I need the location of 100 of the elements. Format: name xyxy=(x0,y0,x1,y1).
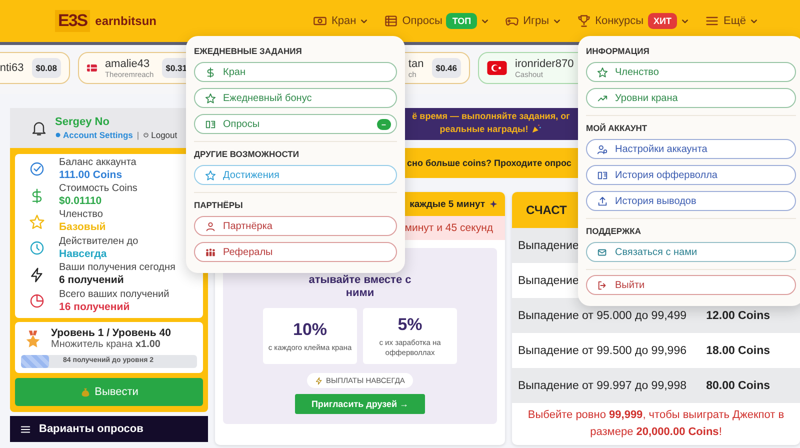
clock-icon xyxy=(29,240,45,256)
book-icon xyxy=(205,118,216,130)
star-icon xyxy=(205,170,216,180)
stat-value: Базовый xyxy=(59,221,106,234)
logout-link[interactable]: Logout xyxy=(151,130,178,140)
menu-icon xyxy=(20,424,31,435)
table-cell: Выпадение xyxy=(518,274,579,286)
menu-item[interactable]: Рефералы xyxy=(194,242,397,262)
stat-label: Действителен до xyxy=(59,236,138,248)
bolt-icon xyxy=(29,266,45,283)
table-cell: 12.00 Coins xyxy=(706,310,770,322)
cash-icon xyxy=(313,14,328,28)
list-icon xyxy=(384,14,398,28)
stat-label: Ваши получения сегодня xyxy=(59,262,176,274)
nav-item[interactable]: Конкурсы ХИТ xyxy=(577,13,690,29)
user-name: Sergey No xyxy=(55,116,110,128)
reward-percent: 5% xyxy=(398,314,422,334)
reward-percent: 10% xyxy=(292,320,328,340)
card-title: каждые 5 минут xyxy=(410,198,485,210)
promo-text: сно больше coins? Проходите опрос xyxy=(407,158,572,168)
logout-icon xyxy=(597,280,608,290)
menu-item[interactable]: Выйти xyxy=(586,275,796,295)
count-badge: – xyxy=(376,118,391,130)
nav-item[interactable]: Ещё xyxy=(705,13,758,29)
stat-label: Всего ваших получений xyxy=(59,288,170,301)
nav-item[interactable]: Опросы ТОП xyxy=(384,13,490,29)
menu-item[interactable]: Настройки аккаунта xyxy=(586,139,796,159)
chevron-icon xyxy=(553,17,562,25)
chevron-icon xyxy=(681,17,690,25)
section-title: ПОДДЕРЖКА xyxy=(586,226,642,236)
bolt-icon xyxy=(315,376,324,384)
timer-text: минут и 45 секунд xyxy=(404,222,493,234)
stat-label: Стоимость Coins xyxy=(59,183,138,196)
table-cell: Выпадение xyxy=(518,240,579,252)
star-icon xyxy=(29,214,45,230)
survey-options-bar[interactable]: Варианты опросов xyxy=(10,416,208,442)
account-settings-link[interactable]: Account Settings xyxy=(63,130,133,140)
separator-text: | xyxy=(136,130,140,140)
upload-icon xyxy=(597,196,608,206)
user-icon xyxy=(597,144,608,154)
star-icon xyxy=(205,92,216,104)
trend-icon xyxy=(597,92,608,104)
menu-item[interactable]: Достижения xyxy=(194,165,397,185)
banner-text: ё время — выполняйте задания, ог xyxy=(411,111,571,121)
chevron-icon xyxy=(750,17,758,25)
menu-item[interactable]: Членство xyxy=(586,62,796,82)
menu-item[interactable]: Ежедневный бонус xyxy=(194,88,397,108)
stat-value: 111.00 Coins xyxy=(59,168,124,182)
jackpot-text: Выбейте ровно 99,999, чтобы выиграть Джекпот в размере 20,000.00 Coins! xyxy=(526,408,786,440)
party-icon xyxy=(531,123,542,134)
invite-button[interactable]: Пригласить друзей → xyxy=(295,394,425,414)
table-cell: Выпадение от 99.997 до 99,998 xyxy=(518,380,686,392)
stat-value: 6 получений xyxy=(59,274,125,288)
nav-item[interactable]: Кран xyxy=(313,13,368,29)
stat-value: 16 получений xyxy=(59,300,131,314)
table-cell: 18.00 Coins xyxy=(706,344,770,356)
payout-amount: $0.46 xyxy=(432,58,461,78)
level-title: Уровень 1 / Уровень 40 xyxy=(51,327,171,340)
chevron-icon xyxy=(360,17,368,25)
people-icon xyxy=(205,246,216,258)
stat-label: Баланс аккаунта xyxy=(59,156,136,169)
menu-item[interactable]: Опросы – xyxy=(194,114,397,134)
survey-options-title: Варианты опросов xyxy=(39,423,144,436)
bell-icon[interactable] xyxy=(30,119,48,137)
user-name: amalie43 xyxy=(104,58,151,70)
book-icon xyxy=(597,170,608,180)
table-cell: 80.00 Coins xyxy=(706,380,770,392)
trophy-icon xyxy=(577,14,592,28)
menu-item[interactable]: Кран xyxy=(194,62,397,82)
menu-item[interactable]: Партнёрка xyxy=(194,216,397,236)
power-icon xyxy=(143,132,150,138)
section-title: ПАРТНЁРЫ xyxy=(194,200,244,210)
menu-item[interactable]: История офферволла xyxy=(586,165,796,185)
mail-icon xyxy=(597,246,608,258)
nav-item[interactable]: Игры xyxy=(505,13,562,29)
check-circle-icon xyxy=(29,161,45,178)
banner-text: реальные награды! xyxy=(440,124,528,134)
user-name: tan xyxy=(408,58,424,70)
menu-item[interactable]: История выводов xyxy=(586,191,796,211)
user-icon xyxy=(205,220,216,232)
table-cell: Выпадение от 95.000 до 99,499 xyxy=(518,310,686,322)
payout-amount: $0.08 xyxy=(32,58,61,78)
user-name: ironrider870 xyxy=(515,58,574,70)
table-cell: Выпадение от 99.500 до 99,996 xyxy=(518,344,686,356)
logo-mark[interactable]: E3S xyxy=(55,10,90,32)
pie-icon xyxy=(29,293,45,310)
stat-label: Членство xyxy=(59,209,104,222)
menu-item[interactable]: Связаться с нами xyxy=(586,242,796,262)
multiplier-text: Множитель крана x1.00 xyxy=(51,339,162,350)
sparkle-icon xyxy=(488,198,499,210)
stat-value: Навсегда xyxy=(59,248,108,261)
user-name: nti63 xyxy=(0,62,24,74)
card-title: СЧАСТ xyxy=(526,203,567,217)
referral-title: атывайте вместе с ними xyxy=(308,274,412,300)
flag-icon xyxy=(487,61,507,75)
stat-value: $0.01110 xyxy=(59,195,103,208)
menu-item[interactable]: Уровни крана xyxy=(586,88,796,108)
withdraw-button[interactable]: Вывести xyxy=(15,378,203,406)
logo-text[interactable]: earnbitsun xyxy=(95,14,156,28)
chevron-icon xyxy=(481,17,490,25)
